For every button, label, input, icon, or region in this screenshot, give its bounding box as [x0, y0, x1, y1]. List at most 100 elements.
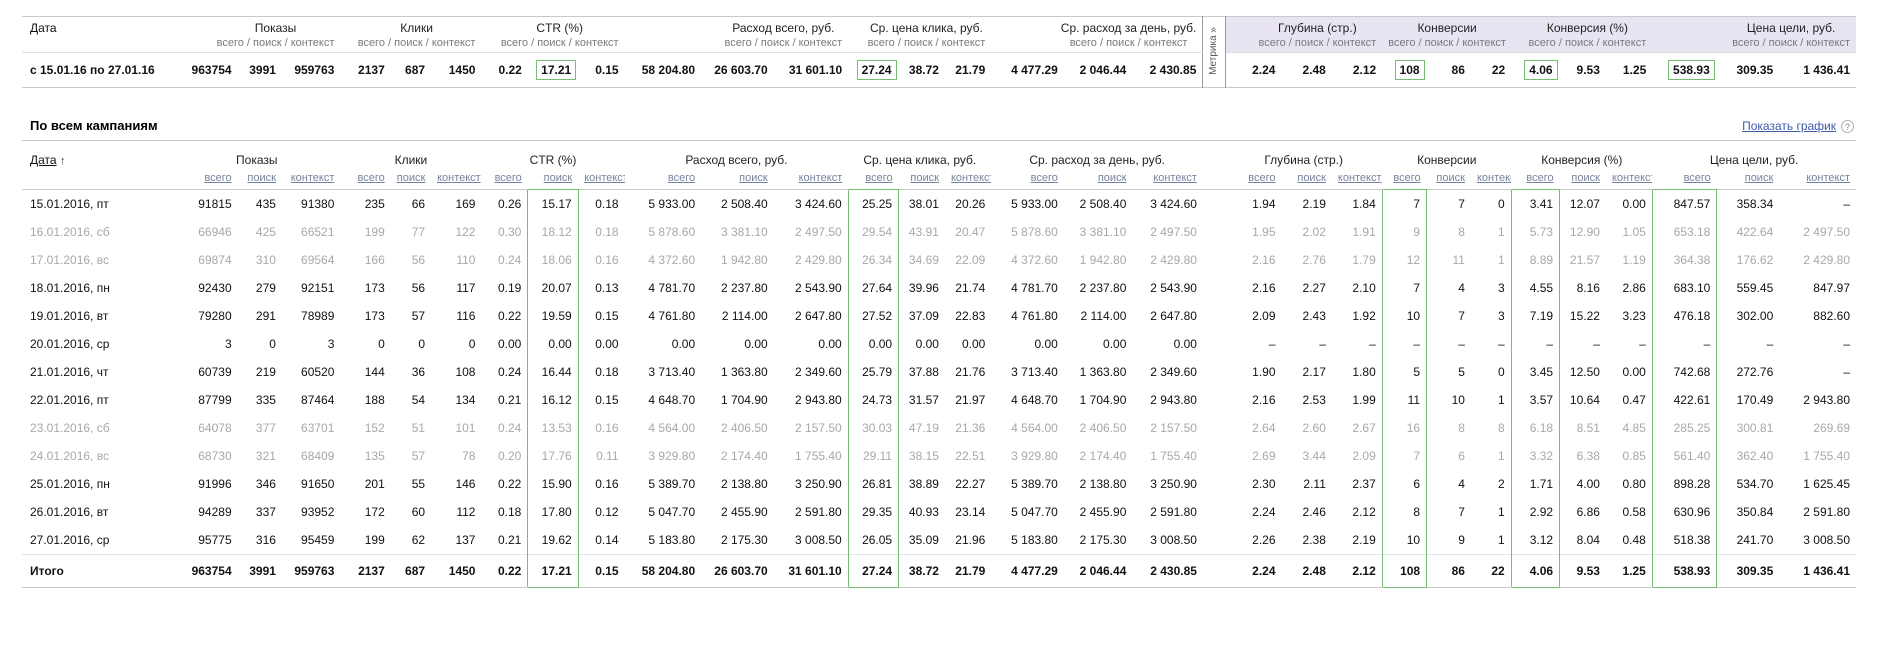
date-sort-link[interactable]: Дата [30, 153, 57, 167]
subcol-link-контекст[interactable]: контекст [799, 172, 843, 184]
subcol-link-всего[interactable]: всего [1393, 172, 1420, 184]
cell-cost-контекст: 2 543.90 [795, 281, 842, 295]
cell-clicks-контекст: 78 [462, 449, 476, 463]
cell-cpc-поиск: 35.09 [908, 533, 939, 547]
cell-depth-контекст: 1.91 [1352, 225, 1376, 239]
cell-ctr-поиск: 16.44 [527, 358, 579, 386]
cell-ctr-всего: 0.18 [497, 505, 522, 519]
detail-group-ctr: CTR (%) [529, 153, 577, 167]
total-impressions-поиск: 3991 [237, 554, 282, 588]
subcol-link-поиск[interactable]: поиск [1436, 172, 1465, 184]
cell-conv_rate-контекст: 0.80 [1622, 477, 1646, 491]
cell-daily_cost-поиск: 2 508.40 [1079, 197, 1127, 211]
cell-cpc-всего: 30.03 [847, 414, 900, 442]
subcol-link-всего[interactable]: всего [358, 172, 385, 184]
row-date: 19.01.2016, вт [30, 309, 109, 323]
subcol-link-поиск[interactable]: поиск [1098, 172, 1127, 184]
subcol-link-всего[interactable]: всего [668, 172, 695, 184]
cell-goal_cost-всего: 847.57 [1651, 189, 1718, 218]
subcol-link-всего[interactable]: всего [1031, 172, 1058, 184]
cell-conv_rate-всего: 3.12 [1510, 526, 1561, 555]
subcol-impressions-всего: всего [173, 168, 238, 190]
cell-conv_rate-всего: 3.45 [1510, 358, 1561, 386]
subcol-link-контекст[interactable]: контекст [1806, 172, 1850, 184]
subcol-link-всего[interactable]: всего [1248, 172, 1275, 184]
subcol-link-контекст[interactable]: контекст [951, 172, 991, 184]
summary-conv_rate-контекст: 1.25 [1622, 63, 1647, 77]
cell-clicks-поиск: 66 [411, 197, 426, 211]
summary-daily_cost-поиск: 2 046.44 [1079, 63, 1127, 77]
subcol-link-поиск[interactable]: поиск [247, 172, 276, 184]
cell-clicks-всего: 235 [364, 197, 385, 211]
subcol-link-контекст[interactable]: контекст [291, 172, 335, 184]
row-date: 23.01.2016, сб [30, 421, 110, 435]
summary-values-row: с 15.01.16 по 27.01.16 963754 3991 959763 21… [22, 53, 1856, 88]
subcol-link-поиск[interactable]: поиск [1297, 172, 1326, 184]
row-date: 15.01.2016, пт [30, 197, 109, 211]
subcol-conv_rate-контекст: контекст [1605, 168, 1653, 190]
cell-depth-всего: 1.94 [1252, 197, 1276, 211]
subcol-link-поиск[interactable]: поиск [544, 172, 573, 184]
cell-clicks-поиск: 0 [418, 337, 426, 351]
cell-cpc-поиск: 47.19 [908, 421, 939, 435]
subcol-link-всего[interactable]: всего [204, 172, 231, 184]
summary-date-header: Дата [22, 16, 174, 53]
subcol-daily_cost-всего: всего [991, 168, 1064, 190]
subcol-link-всего[interactable]: всего [495, 172, 522, 184]
cell-cost-поиск: 2 174.40 [720, 449, 768, 463]
subcol-ctr-всего: всего [481, 168, 528, 190]
stats-row: 17.01.2016, вс 69874 310 69564 166 56 110 0.24 1… [22, 246, 1856, 274]
date-column-header: Дата ↑ [22, 141, 174, 190]
metrica-gap [1203, 386, 1225, 414]
cell-depth-контекст: 2.67 [1352, 421, 1376, 435]
subcol-clicks-поиск: поиск [390, 168, 432, 190]
cell-conv_rate-поиск: 6.38 [1576, 449, 1600, 463]
cell-conversions-всего: 7 [1381, 274, 1428, 302]
cell-impressions-контекст: 95459 [301, 533, 335, 547]
show-chart-link[interactable]: Показать график [1742, 119, 1836, 133]
cell-conv_rate-всего: 6.18 [1510, 414, 1561, 442]
metrica-gap [1203, 330, 1225, 358]
cell-depth-всего: 2.64 [1252, 421, 1276, 435]
cell-ctr-контекст: 0.18 [595, 225, 619, 239]
subcol-link-поиск[interactable]: поиск [1745, 172, 1774, 184]
cell-cpc-всего: 26.34 [847, 246, 900, 274]
row-date: 24.01.2016, вс [30, 449, 109, 463]
cell-daily_cost-поиск: 2 175.30 [1079, 533, 1127, 547]
cell-daily_cost-поиск: 3 381.10 [1079, 225, 1127, 239]
subcol-link-контекст[interactable]: контекст [1477, 172, 1511, 184]
cell-daily_cost-контекст: 1 755.40 [1150, 449, 1197, 463]
cell-clicks-контекст: 0 [468, 337, 476, 351]
subcol-link-поиск[interactable]: поиск [397, 172, 426, 184]
subcol-link-поиск[interactable]: поиск [1571, 172, 1600, 184]
subcol-impressions-контекст: контекст [281, 168, 341, 190]
cell-daily_cost-всего: 5 183.80 [1011, 533, 1058, 547]
subcol-link-поиск[interactable]: поиск [910, 172, 939, 184]
subcol-link-контекст[interactable]: контекст [1153, 172, 1197, 184]
summary-group-depth: Глубина (стр.) всего / поиск / контекст [1225, 16, 1383, 53]
campaign-stats-table: Дата ↑ Показы Клики CTR (%) Расход всего, ру… [22, 141, 1856, 588]
cell-impressions-поиск: 321 [255, 449, 276, 463]
cell-clicks-всего: 173 [364, 281, 385, 295]
cell-clicks-всего: 172 [364, 505, 385, 519]
cell-cpc-контекст: 21.76 [955, 365, 986, 379]
cell-depth-поиск: 2.11 [1303, 477, 1326, 491]
cell-impressions-контекст: 87464 [301, 393, 335, 407]
cell-conversions-всего: 5 [1381, 358, 1428, 386]
help-icon[interactable]: ? [1841, 120, 1854, 133]
row-date: 22.01.2016, пт [30, 393, 109, 407]
subcol-link-всего[interactable]: всего [865, 172, 892, 184]
cell-conv_rate-поиск: 12.50 [1569, 365, 1600, 379]
cell-conversions-поиск: 8 [1458, 421, 1465, 435]
subcol-link-контекст[interactable]: контекст [437, 172, 481, 184]
cell-impressions-контекст: 60520 [301, 365, 335, 379]
subcol-link-всего[interactable]: всего [1526, 172, 1553, 184]
subcol-link-поиск[interactable]: поиск [739, 172, 768, 184]
metrica-toggle[interactable]: Метрика » [1202, 16, 1226, 88]
total-goal_cost-поиск: 309.35 [1716, 554, 1780, 588]
subcol-link-всего[interactable]: всего [1684, 172, 1711, 184]
subcol-link-контекст[interactable]: контекст [584, 172, 624, 184]
cell-conversions-поиск: 11 [1452, 253, 1465, 267]
subcol-link-контекст[interactable]: контекст [1612, 172, 1652, 184]
subcol-link-контекст[interactable]: контекст [1338, 172, 1382, 184]
